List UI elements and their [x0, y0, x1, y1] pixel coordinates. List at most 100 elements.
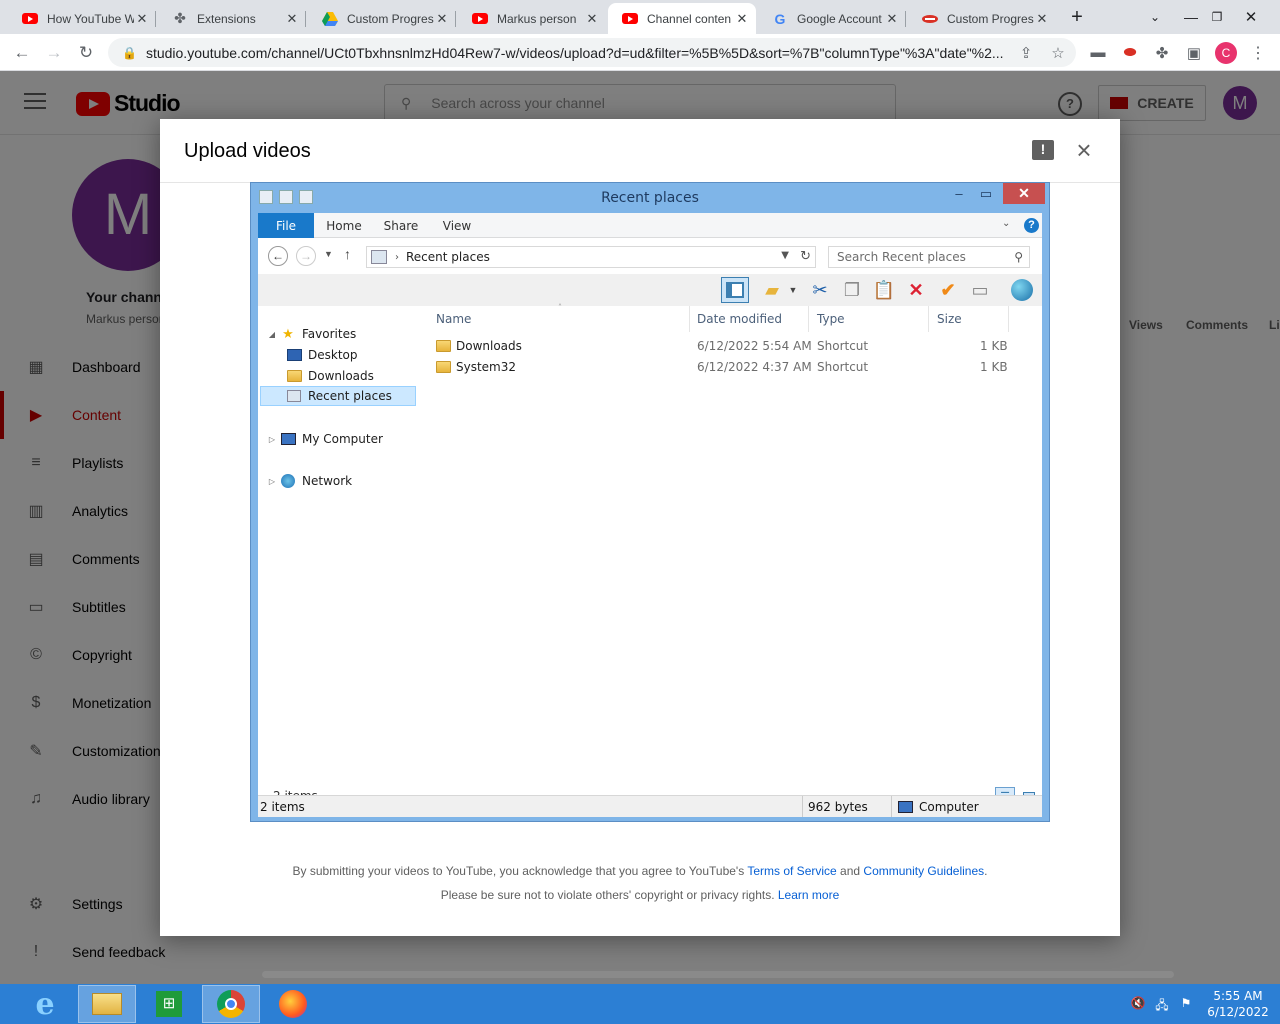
desktop-icon [286, 348, 302, 362]
close-tab-icon[interactable]: ✕ [1034, 11, 1050, 27]
extension-progressbar-icon[interactable]: ⬬ [1115, 34, 1145, 71]
minimize-icon[interactable]: — [1180, 0, 1202, 34]
chrome-menu-icon[interactable]: ⋮ [1243, 34, 1273, 71]
back-icon[interactable]: ← [6, 34, 38, 71]
chevron-down-icon[interactable]: ▼ [781, 250, 789, 261]
close-icon[interactable]: ✕ [1003, 183, 1045, 204]
action-center-flag-icon[interactable]: ⚑ [1178, 996, 1194, 1012]
tab-file[interactable]: File [258, 213, 314, 238]
up-icon[interactable]: ↑ [344, 246, 351, 262]
browser-tab[interactable]: Custom Progres ✕ [908, 3, 1056, 34]
extensions-puzzle-icon[interactable]: ✤ [1147, 34, 1177, 71]
chevron-down-icon[interactable]: ▼ [786, 277, 800, 303]
restore-icon[interactable]: ❐ [1206, 0, 1228, 34]
close-tab-icon[interactable]: ✕ [584, 11, 600, 27]
address-bar[interactable]: 🔒 studio.youtube.com/channel/UCt0Tbxhnsn… [108, 38, 1076, 67]
bookmark-star-icon[interactable]: ☆ [1043, 34, 1073, 71]
downloads-folder-icon [286, 369, 302, 383]
store-icon[interactable]: ⊞ [140, 985, 198, 1023]
expand-ribbon-icon[interactable]: ⌄ [1002, 218, 1010, 229]
tab-view[interactable]: View [436, 213, 478, 238]
file-explorer-icon[interactable] [78, 985, 136, 1023]
forward-icon[interactable]: → [296, 246, 316, 266]
horizontal-scrollbar[interactable] [262, 971, 1174, 978]
close-window-icon[interactable]: ✕ [1234, 0, 1268, 34]
checkmark-icon[interactable]: ✔ [934, 277, 962, 303]
volume-muted-icon[interactable]: 🔇 [1130, 996, 1146, 1012]
learn-more-link[interactable]: Learn more [778, 888, 839, 902]
terms-of-service-link[interactable]: Terms of Service [747, 864, 836, 878]
system-clock[interactable]: 5:55 AM 6/12/2022 [1206, 988, 1270, 1020]
new-tab-icon[interactable]: + [1064, 0, 1090, 34]
browser-tab-active[interactable]: Channel conten ✕ [608, 3, 756, 34]
collapse-arrow-icon[interactable]: ◢ [266, 330, 278, 339]
tree-recent-places[interactable]: Recent places [260, 386, 416, 406]
close-tab-icon[interactable]: ✕ [734, 11, 750, 27]
browser-tab[interactable]: G Google Account ✕ [758, 3, 906, 34]
maximize-icon[interactable]: ▭ [975, 183, 997, 204]
back-icon[interactable]: ← [268, 246, 288, 266]
internet-explorer-icon[interactable]: e [16, 985, 74, 1023]
minimize-icon[interactable]: – [949, 183, 969, 204]
navigation-pane-icon[interactable] [721, 277, 749, 303]
globe-icon[interactable] [1008, 277, 1036, 303]
chevron-right-icon[interactable]: › [395, 252, 399, 263]
rename-icon[interactable]: ▭ [966, 277, 994, 303]
chrome-icon[interactable] [202, 985, 260, 1023]
computer-icon [898, 800, 913, 813]
extension-monitor-icon[interactable]: ▬ [1083, 34, 1113, 71]
tree-my-computer[interactable]: ▷ My Computer [266, 429, 383, 449]
column-header-name[interactable]: Name ˄ [428, 303, 690, 332]
new-folder-check-icon[interactable]: ▰ [758, 277, 786, 303]
expand-arrow-icon[interactable]: ▷ [266, 477, 278, 486]
youtube-icon [22, 11, 38, 27]
browser-tab[interactable]: ✤ Extensions ✕ [158, 3, 306, 34]
delete-icon[interactable]: ✕ [902, 277, 930, 303]
browser-tab[interactable]: Markus person ✕ [458, 3, 606, 34]
column-header-type[interactable]: Type [809, 306, 929, 332]
file-row[interactable]: System32 6/12/2022 4:37 AM Shortcut 1 KB [418, 356, 1042, 377]
expand-arrow-icon[interactable]: ▷ [266, 435, 278, 444]
recent-locations-icon[interactable]: ▼ [324, 249, 333, 259]
forward-icon[interactable]: → [38, 34, 70, 71]
close-tab-icon[interactable]: ✕ [884, 11, 900, 27]
help-icon[interactable]: ? [1024, 218, 1039, 233]
cut-icon[interactable]: ✂ [806, 277, 834, 303]
tab-search-icon[interactable]: ⌄ [1144, 0, 1166, 34]
tree-desktop[interactable]: Desktop [286, 345, 358, 365]
feedback-icon[interactable]: ! [1032, 140, 1054, 160]
close-tab-icon[interactable]: ✕ [434, 11, 450, 27]
column-header-date[interactable]: Date modified [689, 306, 809, 332]
network-status-icon[interactable]: 🖧 [1154, 996, 1170, 1012]
browser-tab[interactable]: Custom Progres ✕ [308, 3, 456, 34]
navigation-pane: ◢ ★ Favorites Desktop Downloads Recent pla… [258, 306, 418, 786]
tab-title: Custom Progres [347, 11, 434, 26]
file-size: 1 KB [980, 338, 1008, 353]
profile-avatar[interactable]: C [1211, 34, 1241, 71]
close-tab-icon[interactable]: ✕ [284, 11, 300, 27]
tree-favorites[interactable]: ◢ ★ Favorites [266, 324, 356, 344]
tree-network[interactable]: ▷ Network [266, 471, 352, 491]
file-name: Downloads [436, 335, 522, 356]
copy-icon[interactable]: ❐ [838, 277, 866, 303]
address-path-field[interactable]: › Recent places ▼ ↻ [366, 246, 816, 268]
tree-downloads[interactable]: Downloads [286, 366, 374, 386]
browser-tab[interactable]: How YouTube W ✕ [8, 3, 156, 34]
tab-share[interactable]: Share [378, 213, 424, 238]
share-icon[interactable]: ⇪ [1011, 34, 1041, 71]
close-icon[interactable]: × [1072, 137, 1096, 163]
reload-icon[interactable]: ↻ [70, 34, 102, 71]
close-tab-icon[interactable]: ✕ [134, 11, 150, 27]
search-input[interactable]: Search Recent places ⚲ [828, 246, 1030, 268]
refresh-icon[interactable]: ↻ [800, 249, 811, 264]
column-header-size[interactable]: Size [929, 306, 1009, 332]
tab-title: Google Account [797, 11, 882, 26]
paste-icon[interactable]: 📋 [870, 277, 898, 303]
terms-notice: By submitting your videos to YouTube, yo… [292, 864, 988, 878]
firefox-icon[interactable] [264, 985, 322, 1023]
tab-home[interactable]: Home [320, 213, 368, 238]
tab-title: Channel conten [647, 11, 732, 26]
side-panel-icon[interactable]: ▣ [1179, 34, 1209, 71]
file-row[interactable]: Downloads 6/12/2022 5:54 AM Shortcut 1 K… [418, 335, 1042, 356]
community-guidelines-link[interactable]: Community Guidelines [863, 864, 984, 878]
